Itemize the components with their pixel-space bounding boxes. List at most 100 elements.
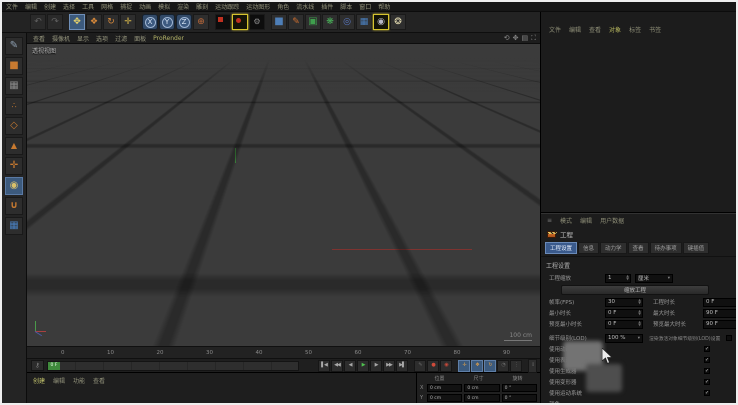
use-deformers-checkbox[interactable]: ✓ — [704, 379, 710, 385]
menu-file[interactable]: 文件 — [6, 2, 18, 11]
make-editable-icon[interactable]: ✎ — [5, 37, 23, 55]
mat-menu-edit[interactable]: 编辑 — [53, 376, 65, 385]
previous-frame-button[interactable]: ◀ — [344, 360, 356, 372]
menu-select[interactable]: 选择 — [63, 2, 75, 11]
spinner-icon[interactable]: ▲▼ — [626, 275, 630, 281]
spline-pen-icon[interactable]: ✎ — [288, 14, 304, 30]
menu-pipeline[interactable]: 流水线 — [296, 2, 314, 11]
menu-create[interactable]: 创建 — [44, 2, 56, 11]
menu-sculpt[interactable]: 雕刻 — [196, 2, 208, 11]
om-menu-objects[interactable]: 对象 — [609, 25, 621, 34]
menu-motion-tracker[interactable]: 运动跟踪 — [215, 2, 239, 11]
view-maximize-icon[interactable]: ⛶ — [531, 34, 536, 43]
next-key-button[interactable]: ▶▶ — [383, 360, 395, 372]
edge-mode-icon[interactable]: ◇ — [5, 117, 23, 135]
light-icon[interactable]: ❂ — [390, 14, 406, 30]
om-menu-tags[interactable]: 标签 — [629, 25, 641, 34]
go-to-start-button[interactable]: ▌◀ — [318, 360, 330, 372]
y-axis-lock-icon[interactable]: Y — [159, 14, 175, 30]
scale-project-button[interactable]: 缩放工程 — [561, 285, 709, 295]
menu-snap[interactable]: 捕捉 — [120, 2, 132, 11]
min-time-field[interactable]: 0 F▲▼ — [605, 309, 643, 318]
menu-plugins[interactable]: 插件 — [321, 2, 333, 11]
view-pan-icon[interactable]: ✥ — [513, 34, 519, 43]
om-menu-bookmarks[interactable]: 书签 — [649, 25, 661, 34]
size-y-field[interactable]: 0 cm — [464, 394, 499, 402]
model-mode-icon[interactable]: ■ — [5, 57, 23, 75]
max-time-field[interactable]: 90 F▲▼ — [703, 309, 738, 318]
size-x-field[interactable]: 0 cm — [464, 384, 499, 392]
solo-menu-button[interactable]: ⁞ — [528, 359, 537, 373]
view-undo-icon[interactable]: ⟲ — [504, 34, 510, 43]
vp-menu-prorender[interactable]: ProRender — [153, 35, 184, 42]
enable-axis-icon[interactable]: ✛ — [5, 157, 23, 175]
next-frame-button[interactable]: ▶ — [370, 360, 382, 372]
use-animation-checkbox[interactable]: ✓ — [704, 346, 710, 352]
use-expressions-checkbox[interactable]: ✓ — [704, 357, 710, 363]
mat-menu-create[interactable]: 创建 — [33, 376, 45, 385]
key-position-toggle[interactable]: ✛ — [458, 360, 470, 372]
texture-mode-icon[interactable]: ▦ — [5, 77, 23, 95]
menu-help[interactable]: 帮助 — [378, 2, 390, 11]
tab-project-settings[interactable]: 工程设置 — [545, 242, 577, 254]
playhead[interactable]: 0 F — [48, 362, 60, 370]
menu-edit[interactable]: 编辑 — [25, 2, 37, 11]
om-menu-file[interactable]: 文件 — [549, 25, 561, 34]
project-scale-unit-dropdown[interactable]: 厘米 ▾ — [635, 274, 673, 283]
attr-list-icon[interactable]: ≡ — [547, 217, 552, 224]
camera-icon[interactable]: ◉ — [373, 14, 389, 30]
use-motion-system-checkbox[interactable]: ✓ — [704, 390, 710, 396]
vp-menu-cameras[interactable]: 摄像机 — [52, 34, 70, 43]
menu-render[interactable]: 渲染 — [177, 2, 189, 11]
lod-dropdown[interactable]: 100 %▾ — [605, 334, 643, 343]
key-scale-toggle[interactable]: ❖ — [471, 360, 483, 372]
vp-menu-options[interactable]: 选项 — [96, 34, 108, 43]
fps-field[interactable]: 30▲▼ — [605, 298, 643, 307]
menu-animate[interactable]: 动画 — [139, 2, 151, 11]
vp-menu-filter[interactable]: 过滤 — [115, 34, 127, 43]
render-settings-icon[interactable]: ⚙ — [249, 14, 265, 30]
x-axis-lock-icon[interactable]: X — [142, 14, 158, 30]
om-menu-view[interactable]: 查看 — [589, 25, 601, 34]
rotate-tool-icon[interactable]: ↻ — [103, 14, 119, 30]
z-axis-lock-icon[interactable]: Z — [176, 14, 192, 30]
position-y-field[interactable]: 0 cm — [427, 394, 462, 402]
tab-view[interactable]: 查看 — [628, 242, 649, 254]
rotation-y-field[interactable]: 0 ° — [502, 394, 537, 402]
key-rotation-toggle[interactable]: ↻ — [484, 360, 496, 372]
move-tool-icon[interactable]: ✥ — [69, 14, 85, 30]
key-parameter-toggle[interactable]: ◔ — [497, 360, 509, 372]
record-pencil-icon[interactable]: ✎ — [414, 360, 426, 372]
mat-menu-view[interactable]: 查看 — [93, 376, 105, 385]
om-menu-edit[interactable]: 编辑 — [569, 25, 581, 34]
vp-menu-view[interactable]: 查看 — [33, 34, 45, 43]
last-used-tool-icon[interactable]: ✛ — [120, 14, 136, 30]
coordinate-system-icon[interactable]: ⊕ — [193, 14, 209, 30]
timeline-slider[interactable]: 0 F — [47, 361, 299, 371]
render-lod-checkbox[interactable] — [726, 335, 732, 341]
menu-simulate[interactable]: 模拟 — [158, 2, 170, 11]
polygon-mode-icon[interactable]: ▲ — [5, 137, 23, 155]
record-key-button[interactable]: ● — [427, 360, 439, 372]
undo-icon[interactable]: ↶ — [30, 14, 46, 30]
menu-mograph[interactable]: 运动图形 — [246, 2, 270, 11]
view-mode-icon[interactable]: ▤ — [521, 34, 528, 43]
scale-tool-icon[interactable]: ❖ — [86, 14, 102, 30]
timeline-options-icon[interactable]: ⚷ — [31, 360, 44, 371]
key-pla-toggle[interactable]: ⋮ — [510, 360, 522, 372]
play-button[interactable]: ▶ — [357, 360, 369, 372]
points-mode-icon[interactable]: ∴ — [5, 97, 23, 115]
attr-menu-userdata[interactable]: 用户数据 — [600, 216, 624, 225]
tab-info[interactable]: 信息 — [578, 242, 599, 254]
menu-mesh[interactable]: 网格 — [101, 2, 113, 11]
mat-menu-function[interactable]: 功能 — [73, 376, 85, 385]
autokey-button[interactable]: ◉ — [440, 360, 452, 372]
menu-script[interactable]: 脚本 — [340, 2, 352, 11]
go-to-end-button[interactable]: ▶▌ — [396, 360, 408, 372]
workplane-icon[interactable]: ▦ — [5, 217, 23, 235]
attr-menu-mode[interactable]: 模式 — [560, 216, 572, 225]
subdivision-surface-icon[interactable]: ▣ — [305, 14, 321, 30]
perspective-viewport[interactable]: 透视视图 100 cm — [27, 44, 540, 347]
position-x-field[interactable]: 0 cm — [427, 384, 462, 392]
menu-window[interactable]: 窗口 — [359, 2, 371, 11]
